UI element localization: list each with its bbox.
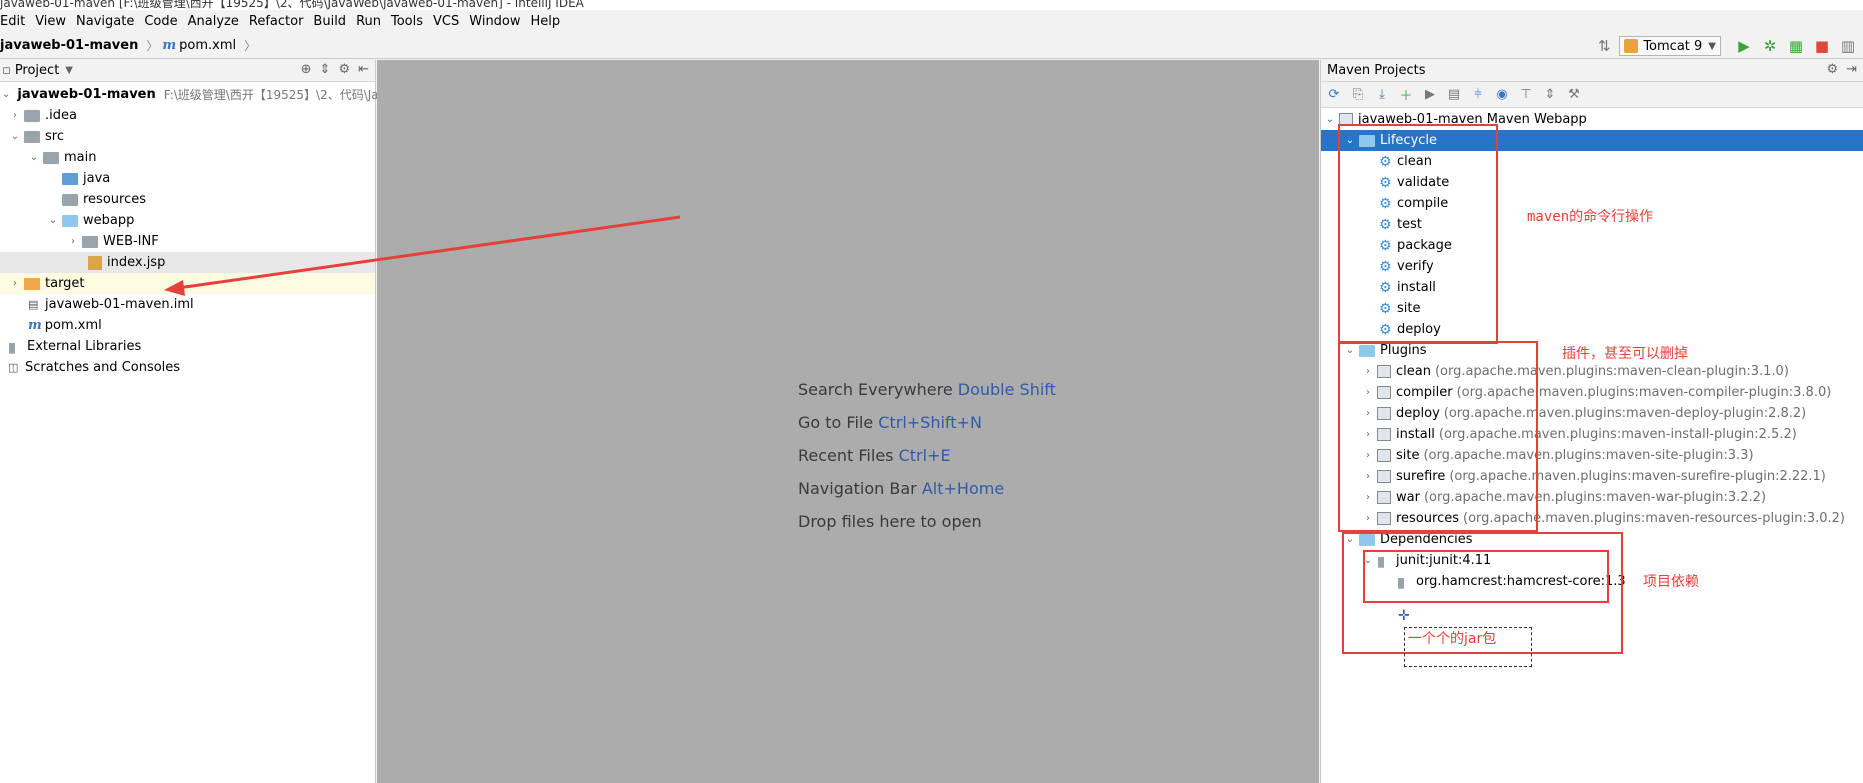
- add-icon[interactable]: ＋: [1397, 86, 1415, 104]
- execute-icon[interactable]: ▤: [1445, 86, 1463, 104]
- generate-sources-icon[interactable]: ⎘: [1349, 86, 1367, 104]
- lifecycle-annotation: maven的命令行操作: [1527, 209, 1654, 225]
- maven-toolbar: ⟳ ⎘ ⤓ ＋ ▶ ▤ ⫩ ◉ ⊤ ⇕ ⚒: [1321, 82, 1863, 108]
- crosshair-cursor-icon: ✛: [1398, 608, 1410, 624]
- dependencies-annotation: 项目依赖: [1643, 574, 1699, 590]
- collapse-all-icon[interactable]: ⇕: [1541, 86, 1559, 104]
- gear-icon[interactable]: ⚙: [1826, 62, 1838, 77]
- hide-panel-icon[interactable]: ⇥: [1846, 62, 1857, 77]
- maven-panel-header: Maven Projects ⚙ ⇥: [1321, 60, 1863, 82]
- plugins-annotation: 插件，甚至可以删掉: [1562, 346, 1688, 362]
- download-icon[interactable]: ⤓: [1373, 86, 1391, 104]
- lifecycle-highlight-box: [1338, 124, 1498, 344]
- settings-icon[interactable]: ⚒: [1565, 86, 1583, 104]
- plugins-highlight-box: [1338, 341, 1538, 532]
- maven-panel-title: Maven Projects: [1327, 63, 1426, 78]
- skip-tests-icon[interactable]: ◉: [1493, 86, 1511, 104]
- reimport-icon[interactable]: ⟳: [1325, 86, 1343, 104]
- show-dependencies-icon[interactable]: ⊤: [1517, 86, 1535, 104]
- chevron-down-icon: ⌄: [1325, 114, 1335, 125]
- toggle-offline-icon[interactable]: ⫩: [1469, 86, 1487, 104]
- jar-annotation: 一个个的jar包: [1408, 631, 1497, 647]
- run-goal-icon[interactable]: ▶: [1421, 86, 1439, 104]
